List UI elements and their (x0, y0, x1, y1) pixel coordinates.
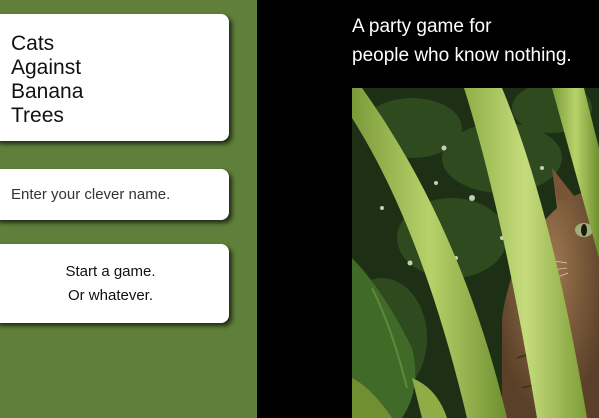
name-field-card (0, 169, 229, 220)
cat-photo (352, 88, 599, 418)
tagline-line-1: A party game for (352, 16, 492, 37)
cat-behind-banana-leaves-photo-icon (352, 88, 599, 418)
start-game-label-line-2: Or whatever. (67, 286, 154, 304)
game-title-line-3: Banana (11, 80, 84, 103)
game-title-card: Cats Against Banana Trees (0, 14, 229, 141)
start-game-button[interactable]: Start a game. Or whatever. (0, 244, 229, 323)
game-title-line-4: Trees (11, 104, 64, 127)
game-title-line-2: Against (11, 56, 82, 79)
start-game-label-line-1: Start a game. (65, 262, 156, 280)
name-input[interactable] (11, 186, 221, 203)
tagline: A party game for people who know nothing… (352, 12, 599, 70)
game-title-line-1: Cats (11, 32, 55, 55)
sidebar: Cats Against Banana Trees Start a game. … (0, 0, 257, 418)
main-panel: A party game for people who know nothing… (257, 0, 599, 418)
tagline-line-2: people who know nothing. (352, 45, 572, 66)
